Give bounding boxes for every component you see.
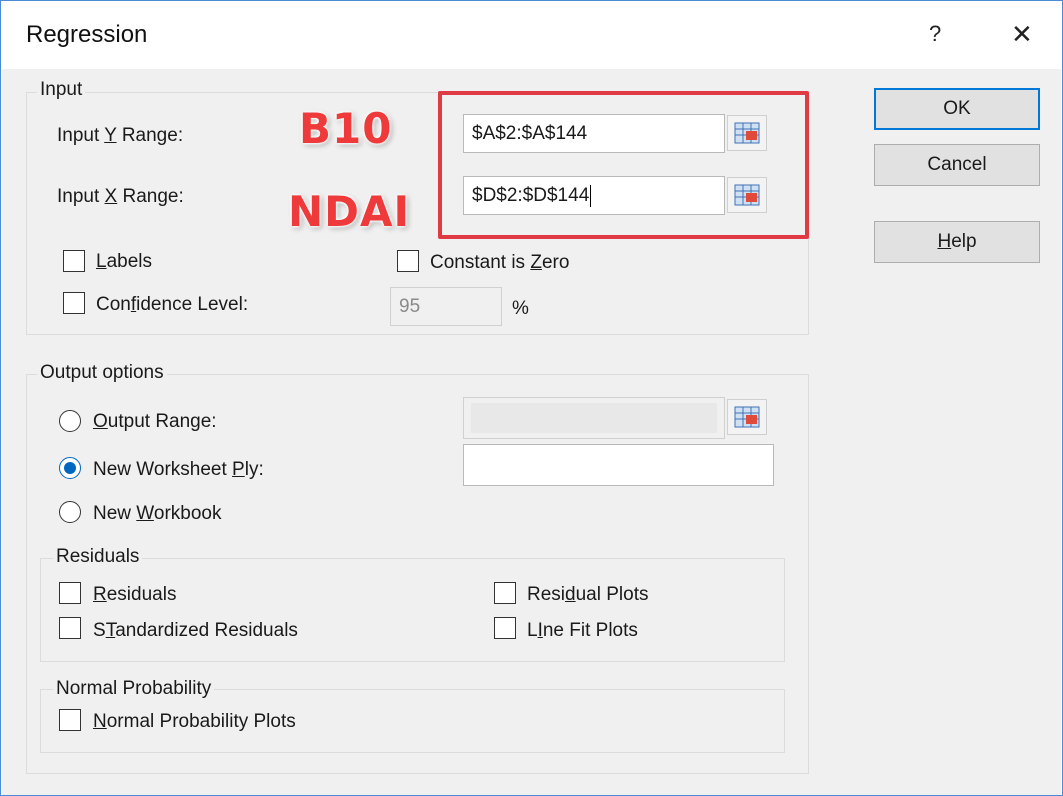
close-icon[interactable]: ✕ — [1011, 19, 1033, 50]
confidence-level-checkbox[interactable] — [63, 292, 85, 314]
label-part: S — [93, 620, 106, 641]
input-x-range-label: Input X Range: — [57, 186, 184, 208]
normal-probability-plots-label: Normal Probability Plots — [93, 711, 296, 733]
cancel-button[interactable]: Cancel — [874, 144, 1040, 186]
label-part: New Worksheet — [93, 459, 233, 480]
label-part: ormal Probability Plots — [106, 711, 296, 732]
label-part: ero — [541, 252, 570, 273]
annotation-b10: B10 — [299, 104, 393, 153]
new-worksheet-ply-label: New Worksheet Ply: — [93, 459, 264, 481]
access-key: L — [96, 251, 107, 272]
access-key: X — [104, 186, 118, 207]
access-key: T — [105, 620, 116, 641]
label-part: ne Fit Plots — [542, 620, 638, 641]
residual-plots-label: Residual Plots — [527, 584, 648, 606]
new-workbook-label: New Workbook — [93, 503, 222, 525]
normal-probability-plots-checkbox[interactable] — [59, 709, 81, 731]
output-range-field-inner — [471, 403, 717, 433]
access-key: Y — [104, 125, 117, 146]
access-key: O — [93, 411, 108, 432]
constant-zero-checkbox[interactable] — [397, 250, 419, 272]
label-part: idence Level: — [136, 294, 249, 315]
access-key: N — [93, 711, 107, 732]
label-part: Range: — [116, 125, 184, 146]
labels-checkbox[interactable] — [63, 250, 85, 272]
access-key: Z — [530, 252, 542, 273]
labels-label: Labels — [96, 251, 152, 273]
ok-button[interactable]: OK — [874, 88, 1040, 130]
label-part: New — [93, 503, 137, 524]
access-key: W — [136, 503, 154, 524]
new-worksheet-ply-radio[interactable] — [59, 457, 81, 479]
line-fit-plots-label: LIne Fit Plots — [527, 620, 638, 642]
label-part: Constant is — [430, 252, 531, 273]
label-part: Con — [96, 294, 131, 315]
regression-dialog: Regression ? ✕ Input Input Y Range: $A$2… — [0, 0, 1063, 796]
label-part: Input — [57, 186, 105, 207]
residuals-group — [40, 558, 785, 662]
input-y-range-label: Input Y Range: — [57, 125, 183, 147]
access-key: d — [565, 584, 576, 605]
label-part: Input — [57, 125, 105, 146]
output-range-label: Output Range: — [93, 411, 217, 433]
residuals-legend: Residuals — [53, 546, 143, 568]
confidence-level-label: Confidence Level: — [96, 294, 248, 316]
label-part: ual Plots — [575, 584, 649, 605]
label-part: esiduals — [106, 584, 177, 605]
new-worksheet-ply-field[interactable] — [463, 444, 774, 486]
standardized-residuals-label: STandardized Residuals — [93, 620, 298, 642]
highlight-box — [438, 91, 809, 239]
label-part: utput Range: — [107, 411, 217, 432]
label-part: elp — [951, 231, 977, 252]
label-part: orkbook — [153, 503, 222, 524]
confidence-level-field[interactable]: 95 — [390, 287, 502, 326]
output-range-radio[interactable] — [59, 410, 81, 432]
label-part: Range: — [117, 186, 184, 207]
confidence-level-value: 95 — [399, 295, 421, 317]
normal-probability-legend: Normal Probability — [53, 678, 215, 700]
dialog-title: Regression — [26, 21, 148, 48]
label-part: ly: — [244, 459, 264, 480]
annotation-ndai: NDAI — [288, 187, 411, 236]
access-key: P — [232, 459, 245, 480]
output-options-legend: Output options — [37, 362, 167, 384]
label-part: Resi — [527, 584, 566, 605]
standardized-residuals-checkbox[interactable] — [59, 617, 81, 639]
residuals-checkbox[interactable] — [59, 582, 81, 604]
label-part: abels — [106, 251, 152, 272]
line-fit-plots-checkbox[interactable] — [494, 617, 516, 639]
constant-zero-label: Constant is Zero — [430, 252, 569, 274]
residuals-label: Residuals — [93, 584, 176, 606]
input-group-legend: Input — [37, 79, 86, 101]
range-select-icon — [734, 406, 760, 428]
access-key: H — [937, 231, 952, 252]
label-part: L — [527, 620, 538, 641]
percent-sign: % — [512, 298, 529, 319]
help-button[interactable]: Help — [874, 221, 1040, 263]
output-range-selector-button[interactable] — [727, 399, 767, 435]
label-part: andardized Residuals — [115, 620, 298, 641]
access-key: R — [93, 584, 107, 605]
residual-plots-checkbox[interactable] — [494, 582, 516, 604]
help-question-icon[interactable]: ? — [929, 21, 941, 47]
new-workbook-radio[interactable] — [59, 501, 81, 523]
